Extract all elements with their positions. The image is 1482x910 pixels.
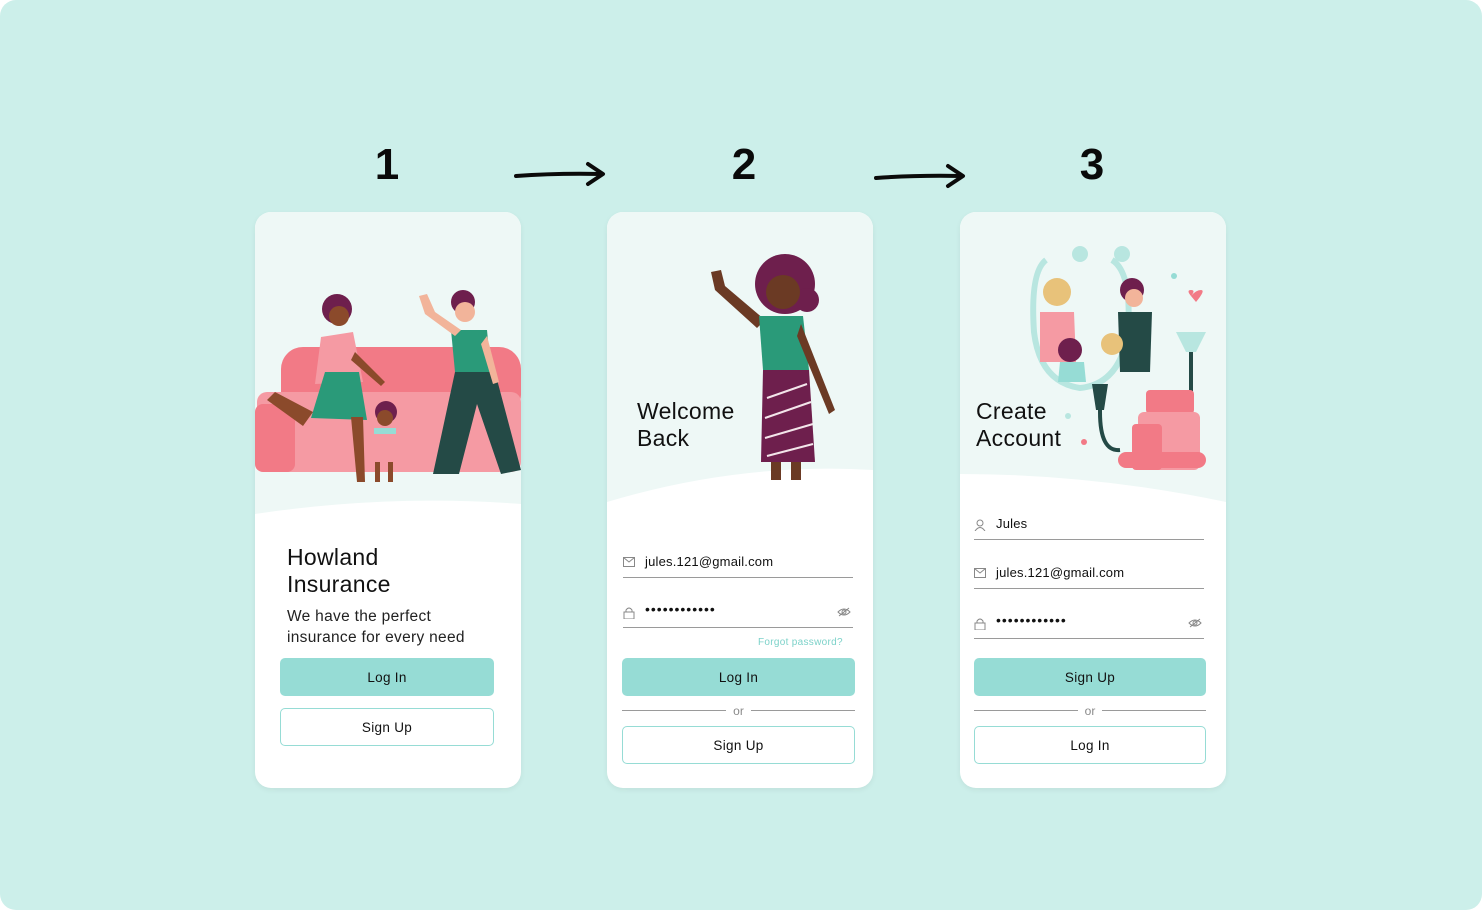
step-number-3: 3 — [1079, 140, 1105, 189]
login-button[interactable]: Log In — [622, 658, 855, 696]
or-label: or — [733, 704, 744, 718]
or-label: or — [1084, 704, 1096, 718]
signup-button[interactable]: Sign Up — [974, 658, 1206, 696]
password-field[interactable]: •••••••••••• — [623, 598, 853, 628]
forgot-password-link[interactable]: Forgot password? — [758, 637, 843, 648]
login-button-label: Log In — [1070, 737, 1110, 753]
eye-off-icon[interactable] — [1188, 618, 1202, 628]
lock-icon — [974, 618, 986, 630]
login-button-label: Log In — [367, 669, 407, 685]
login-button-label: Log In — [718, 669, 759, 685]
signup-button-label: Sign Up — [713, 737, 764, 753]
email-field[interactable]: jules.121@gmail.com — [623, 548, 853, 578]
welcome-title-line1: Welcome — [637, 398, 735, 424]
or-divider: or — [974, 704, 1206, 718]
signup-button-label: Sign Up — [1064, 669, 1116, 685]
signup-button[interactable]: Sign Up — [280, 708, 494, 746]
screen-signup: Create Account Jules jules.121@gmail.com… — [960, 212, 1226, 788]
arrow-right-icon — [514, 162, 605, 186]
password-value: •••••••••••• — [645, 601, 716, 617]
lock-icon — [623, 607, 635, 619]
create-title-line1: Create — [976, 398, 1047, 424]
or-divider: or — [622, 704, 855, 718]
login-button[interactable]: Log In — [280, 658, 494, 696]
step-number-1: 1 — [374, 140, 400, 189]
login-button[interactable]: Log In — [974, 726, 1206, 764]
mail-icon — [974, 568, 986, 578]
eye-off-icon[interactable] — [837, 607, 851, 617]
screen-onboarding: Howland Insurance We have the perfect in… — [255, 212, 521, 788]
mail-icon — [623, 557, 635, 567]
tagline-line1: We have the perfect — [287, 608, 432, 625]
signup-button[interactable]: Sign Up — [622, 726, 855, 764]
screen-login: Welcome Back jules.121@gmail.com •••••••… — [607, 212, 873, 788]
waving-woman-illustration — [607, 212, 873, 512]
signup-button-label: Sign Up — [361, 719, 413, 735]
create-title-line2: Account — [976, 425, 1062, 451]
name-value: Jules — [996, 516, 1028, 531]
email-field[interactable]: jules.121@gmail.com — [974, 559, 1204, 589]
arrow-right-icon — [874, 164, 965, 188]
name-field[interactable]: Jules — [974, 510, 1204, 540]
email-value: jules.121@gmail.com — [645, 554, 774, 569]
app-title-line2: Insurance — [287, 571, 391, 597]
family-illustration — [255, 212, 521, 522]
welcome-title-line2: Back — [637, 425, 690, 451]
app-title-line1: Howland — [287, 544, 379, 570]
password-field[interactable]: •••••••••••• — [974, 609, 1204, 639]
tagline-line2: insurance for every need — [287, 629, 465, 646]
step-number-2: 2 — [731, 140, 757, 189]
family-doctor-illustration — [960, 212, 1226, 512]
password-value: •••••••••••• — [996, 612, 1067, 628]
person-icon — [974, 519, 986, 531]
email-value: jules.121@gmail.com — [996, 565, 1125, 580]
flow-canvas: 1 2 3 Howland Insurance We have the perf… — [0, 0, 1482, 910]
